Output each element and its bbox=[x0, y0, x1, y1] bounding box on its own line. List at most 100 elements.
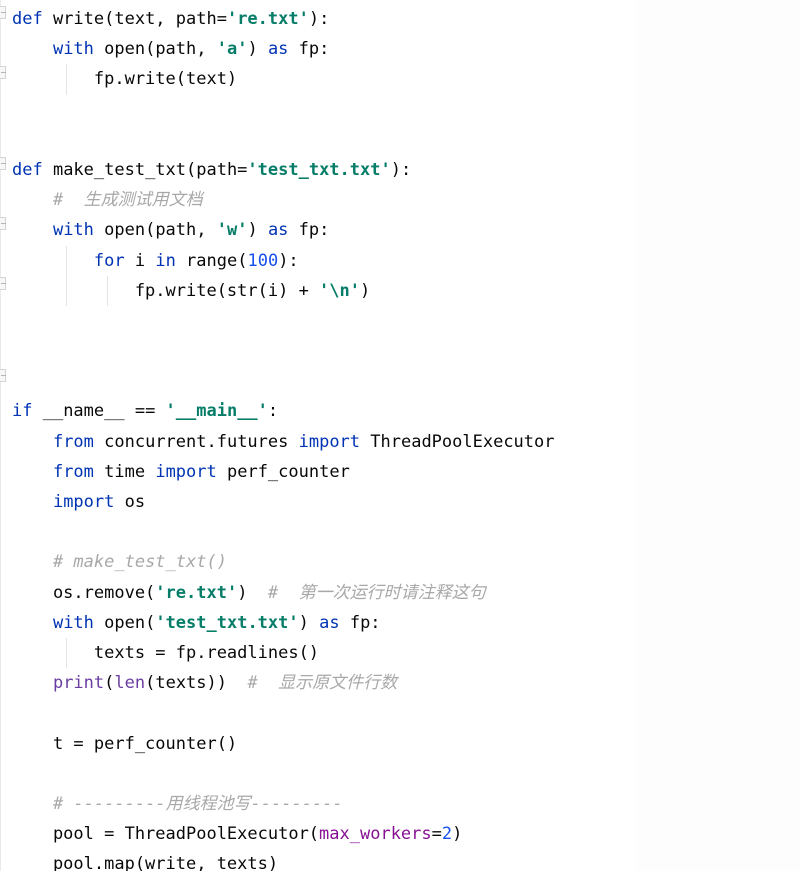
indent-guide bbox=[66, 64, 67, 95]
code-line[interactable]: from time import perf_counter bbox=[0, 457, 800, 487]
code-line[interactable] bbox=[0, 95, 800, 125]
code-line[interactable]: fp.write(str(i) + '\n') bbox=[0, 275, 800, 306]
code-token-kw: as bbox=[267, 220, 289, 241]
code-token-cmt: # make_test_txt() bbox=[52, 552, 227, 573]
code-line[interactable]: def make_test_txt(path='test_txt.txt'): bbox=[0, 155, 800, 185]
code-line[interactable]: from concurrent.futures import ThreadPoo… bbox=[0, 427, 800, 457]
code-token-kw: as bbox=[267, 39, 289, 60]
code-token-plain: ) bbox=[247, 39, 268, 60]
code-line[interactable] bbox=[0, 306, 800, 336]
code-editor[interactable]: def write(text, path='re.txt'): with ope… bbox=[0, 0, 800, 871]
code-line[interactable]: # 生成测试用文档 bbox=[0, 185, 800, 215]
code-token-str: '\n' bbox=[319, 280, 360, 301]
code-token-plain: make_test_txt(path= bbox=[42, 159, 248, 180]
code-token-str: '__main__' bbox=[165, 401, 268, 422]
code-token-plain: pool = ThreadPoolExecutor( bbox=[12, 824, 320, 845]
code-line[interactable]: t = perf_counter() bbox=[0, 729, 800, 759]
code-content[interactable]: def write(text, path='re.txt'): with ope… bbox=[0, 0, 800, 871]
code-line[interactable] bbox=[0, 366, 800, 396]
code-token-str: 'test_txt.txt' bbox=[247, 159, 391, 180]
code-token-plain: (texts)) bbox=[145, 673, 248, 694]
code-token-cmt: # 第一次运行时请注释这句 bbox=[267, 582, 486, 603]
code-line[interactable]: os.remove('re.txt') # 第一次运行时请注释这句 bbox=[0, 578, 800, 608]
code-line[interactable]: pool = ThreadPoolExecutor(max_workers=2) bbox=[0, 819, 800, 849]
code-line[interactable]: with open(path, 'a') as fp: bbox=[0, 34, 800, 64]
code-line[interactable]: with open(path, 'w') as fp: bbox=[0, 215, 800, 245]
code-token-plain: fp: bbox=[288, 39, 330, 60]
code-token-kw: def bbox=[12, 159, 43, 180]
code-token-plain: fp.write(text) bbox=[12, 69, 238, 90]
code-token-plain: = bbox=[431, 824, 442, 845]
code-token-plain: texts = fp.readlines() bbox=[12, 642, 320, 663]
code-token-plain: range( bbox=[175, 250, 248, 271]
code-token-plain: ThreadPoolExecutor bbox=[360, 431, 555, 452]
code-token-plain: open(path, bbox=[93, 39, 217, 60]
code-token-plain: ): bbox=[308, 9, 330, 29]
code-line[interactable] bbox=[0, 698, 800, 728]
code-line[interactable] bbox=[0, 336, 800, 366]
code-token-plain: ) bbox=[298, 612, 320, 633]
code-token-kw: as bbox=[319, 612, 340, 633]
code-line[interactable]: for i in range(100): bbox=[0, 245, 800, 276]
code-token-plain: i bbox=[124, 250, 156, 271]
code-token-plain: ( bbox=[104, 673, 115, 694]
code-line[interactable] bbox=[0, 517, 800, 547]
code-token-plain: ) bbox=[452, 824, 463, 845]
indent-guide bbox=[107, 275, 108, 306]
code-token-str: 'test_txt.txt' bbox=[155, 612, 299, 633]
code-line[interactable]: with open('test_txt.txt') as fp: bbox=[0, 608, 800, 638]
code-token-num: 100 bbox=[247, 250, 279, 271]
code-token-kw: import bbox=[155, 461, 217, 482]
code-line[interactable]: if __name__ == '__main__': bbox=[0, 396, 800, 426]
code-token-plain: __name__ == bbox=[32, 401, 166, 422]
code-token-kw: import bbox=[298, 431, 361, 452]
code-token-plain: fp.write(str(i) + bbox=[12, 280, 320, 301]
code-token-kwarg: max_workers bbox=[319, 824, 432, 845]
code-token-plain: open(path, bbox=[93, 220, 217, 241]
code-line[interactable]: def write(text, path='re.txt'): bbox=[0, 4, 800, 34]
code-line[interactable]: texts = fp.readlines() bbox=[0, 637, 800, 669]
code-token-bi: len bbox=[114, 673, 146, 694]
code-token-plain: os bbox=[114, 492, 146, 512]
code-token-str: 're.txt' bbox=[226, 9, 309, 29]
code-token-plain: os.remove( bbox=[12, 582, 156, 603]
code-line[interactable]: pool.map(write, texts) bbox=[0, 849, 800, 871]
indent-guide bbox=[66, 245, 67, 276]
code-token-plain: write(text, path= bbox=[42, 9, 227, 29]
code-token-cmt: # 生成测试用文档 bbox=[52, 190, 203, 211]
code-token-kw: for bbox=[93, 250, 125, 271]
code-token-kw: if bbox=[12, 401, 33, 422]
code-token-str: 'a' bbox=[216, 39, 248, 60]
indent-guide bbox=[66, 275, 67, 306]
code-token-kw: with bbox=[52, 612, 94, 633]
code-token-plain: fp: bbox=[288, 220, 330, 241]
code-token-plain: ) bbox=[360, 280, 371, 301]
code-token-plain: pool.map(write, texts) bbox=[12, 854, 279, 871]
code-token-kw: with bbox=[52, 220, 94, 241]
code-line[interactable] bbox=[0, 125, 800, 155]
code-token-plain: time bbox=[93, 461, 156, 482]
code-line[interactable]: # ---------用线程池写--------- bbox=[0, 789, 800, 819]
code-token-num: 2 bbox=[441, 824, 453, 845]
code-line[interactable]: # make_test_txt() bbox=[0, 547, 800, 577]
code-token-kw: def bbox=[12, 9, 43, 29]
code-token-str: 're.txt' bbox=[155, 582, 238, 603]
code-line[interactable] bbox=[0, 759, 800, 789]
code-token-str: 'w' bbox=[216, 220, 248, 241]
code-line[interactable]: import os bbox=[0, 487, 800, 517]
code-token-cmt: # ---------用线程池写--------- bbox=[52, 793, 343, 814]
code-line[interactable]: fp.write(text) bbox=[0, 64, 800, 95]
code-token-kw: with bbox=[52, 39, 94, 60]
code-token-kw: import bbox=[52, 492, 115, 512]
code-line[interactable]: print(len(texts)) # 显示原文件行数 bbox=[0, 668, 800, 698]
code-token-plain: ) bbox=[247, 220, 268, 241]
